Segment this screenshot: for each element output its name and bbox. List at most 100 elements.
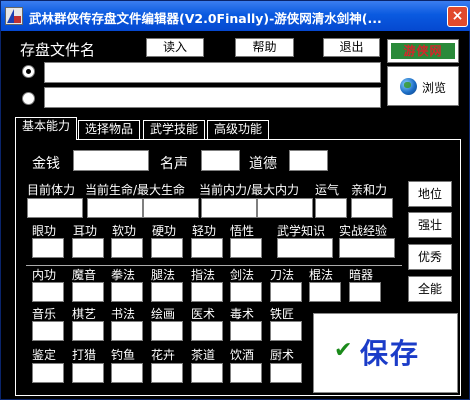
skill-label-hidden-weapon: 暗器 (349, 268, 374, 282)
attr-label-soft: 软功 (112, 224, 137, 238)
martial-knowledge-field[interactable] (277, 238, 333, 258)
agility-field[interactable] (191, 238, 223, 258)
save-button[interactable]: ✔ 保存 (313, 313, 458, 393)
attr-label-hard: 硬功 (152, 224, 177, 238)
medicine-field[interactable] (191, 321, 223, 341)
excellent-button[interactable]: 优秀 (408, 244, 452, 270)
skill-label-staff: 棍法 (309, 268, 334, 282)
insight-field[interactable] (230, 238, 262, 258)
max-life-field[interactable] (143, 198, 199, 218)
save-label: 保存 (360, 337, 421, 370)
cooking-field[interactable] (270, 363, 302, 383)
app-icon (5, 7, 23, 25)
attr-label-martial-knowledge: 武学知识 (277, 224, 326, 238)
finger-field[interactable] (191, 282, 223, 302)
hard-field[interactable] (151, 238, 183, 258)
fame-label: 名声 (160, 156, 188, 172)
stat-label-life: 当前生命/最大生命 (85, 183, 186, 197)
attr-label-eye: 眼功 (32, 224, 57, 238)
art-label-painting: 绘画 (151, 307, 176, 321)
fame-field[interactable] (201, 150, 240, 171)
tab-basic-ability[interactable]: 基本能力 (15, 117, 77, 140)
fishing-field[interactable] (111, 363, 143, 383)
art-label-music: 音乐 (32, 307, 57, 321)
appraisal-field[interactable] (32, 363, 64, 383)
staff-field[interactable] (309, 282, 341, 302)
site-logo: 游侠网 (387, 39, 459, 63)
skill-label-demon-sound: 魔音 (72, 268, 97, 282)
demon-sound-field[interactable] (72, 282, 104, 302)
chess-field[interactable] (72, 321, 104, 341)
attr-label-combat-exp: 实战经验 (339, 224, 388, 238)
strong-button[interactable]: 强壮 (408, 212, 452, 238)
morality-field[interactable] (289, 150, 328, 171)
tab-select-items[interactable]: 选择物品 (78, 120, 140, 139)
painting-field[interactable] (151, 321, 183, 341)
hidden-weapon-field[interactable] (349, 282, 381, 302)
browse-label: 浏览 (422, 81, 447, 95)
calligraphy-field[interactable] (111, 321, 143, 341)
wine-field[interactable] (230, 363, 262, 383)
save-file-label: 存盘文件名 (20, 41, 96, 59)
save-path-input-2[interactable] (44, 87, 381, 108)
blade-field[interactable] (270, 282, 302, 302)
poison-field[interactable] (230, 321, 262, 341)
tea-field[interactable] (191, 363, 223, 383)
life-label-wine: 饮酒 (230, 348, 255, 362)
art-label-medicine: 医术 (191, 307, 216, 321)
window-title: 武林群侠传存盘文件编辑器(V2.0Finally)-游侠网清水剑神(... (29, 11, 382, 26)
title-bar[interactable]: 武林群侠传存盘文件编辑器(V2.0Finally)-游侠网清水剑神(... × (1, 1, 470, 31)
path-radio-2[interactable] (22, 92, 35, 105)
life-label-fishing: 钓鱼 (111, 348, 136, 362)
fist-field[interactable] (111, 282, 143, 302)
save-path-input-1[interactable] (44, 62, 381, 83)
life-label-cooking: 厨术 (270, 348, 295, 362)
affinity-field[interactable] (351, 198, 393, 218)
stat-label-inner-power: 当前内力/最大内力 (199, 183, 300, 197)
art-label-chess: 棋艺 (72, 307, 97, 321)
art-label-calligraphy: 书法 (111, 307, 136, 321)
skill-label-blade: 刀法 (270, 268, 295, 282)
money-field[interactable] (73, 150, 149, 171)
combat-exp-field[interactable] (339, 238, 395, 258)
tab-martial-skills[interactable]: 武学技能 (143, 120, 205, 139)
art-label-blacksmith: 铁匠 (270, 307, 295, 321)
close-button[interactable]: × (447, 6, 468, 27)
current-life-field[interactable] (87, 198, 143, 218)
music-field[interactable] (32, 321, 64, 341)
stat-label-affinity: 亲和力 (351, 183, 388, 197)
browse-button[interactable]: 浏览 (387, 66, 459, 106)
help-button[interactable]: 帮助 (235, 38, 294, 57)
load-button[interactable]: 读入 (146, 38, 204, 57)
life-label-tea: 茶道 (191, 348, 216, 362)
current-inner-field[interactable] (201, 198, 257, 218)
inner-skill-field[interactable] (32, 282, 64, 302)
soft-field[interactable] (111, 238, 143, 258)
site-logo-text: 游侠网 (391, 43, 455, 59)
skill-label-inner: 内功 (32, 268, 57, 282)
blacksmith-field[interactable] (270, 321, 302, 341)
stamina-field[interactable] (27, 198, 83, 218)
attr-label-agility: 轻功 (192, 224, 217, 238)
stat-label-luck: 运气 (315, 183, 340, 197)
life-label-appraisal: 鉴定 (32, 348, 57, 362)
luck-field[interactable] (315, 198, 347, 218)
skill-label-leg: 腿法 (151, 268, 176, 282)
hunting-field[interactable] (72, 363, 104, 383)
leg-field[interactable] (151, 282, 183, 302)
skill-label-sword: 剑法 (230, 268, 255, 282)
ear-field[interactable] (72, 238, 104, 258)
sword-field[interactable] (230, 282, 262, 302)
stat-label-stamina: 目前体力 (27, 183, 76, 197)
tab-advanced[interactable]: 高级功能 (207, 120, 269, 139)
morality-label: 道德 (249, 156, 277, 172)
eye-field[interactable] (32, 238, 64, 258)
path-radio-1[interactable] (22, 65, 35, 78)
checkmark-icon: ✔ (334, 338, 353, 363)
flowers-field[interactable] (151, 363, 183, 383)
status-button[interactable]: 地位 (408, 181, 452, 207)
all-round-button[interactable]: 全能 (408, 276, 452, 302)
max-inner-field[interactable] (257, 198, 313, 218)
exit-button[interactable]: 退出 (323, 38, 380, 57)
globe-icon (400, 78, 417, 95)
